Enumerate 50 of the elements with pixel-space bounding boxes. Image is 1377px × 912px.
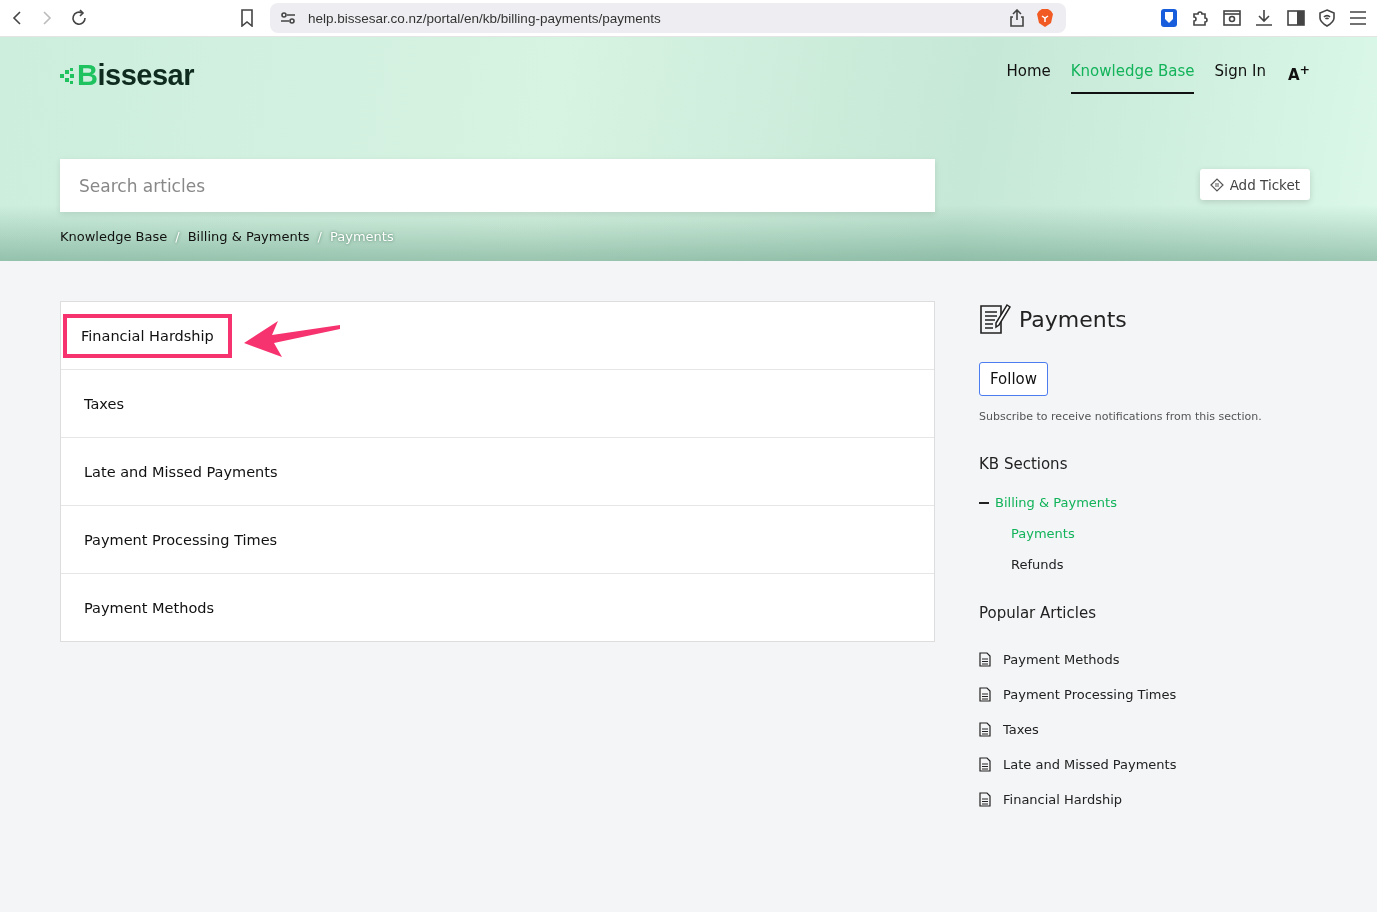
subsection-link[interactable]: Refunds: [1011, 557, 1117, 572]
document-icon: [979, 652, 991, 667]
popular-article-link[interactable]: Financial Hardship: [1003, 792, 1123, 807]
reload-icon[interactable]: [70, 9, 88, 27]
sidebar-heading: Popular Articles: [979, 604, 1096, 622]
popular-article-link[interactable]: Taxes: [1003, 722, 1039, 737]
back-icon[interactable]: [10, 10, 24, 26]
logo-text: Bissesar: [77, 59, 194, 92]
logo-icon: [60, 67, 76, 84]
share-icon[interactable]: [1010, 9, 1024, 27]
document-icon: [979, 722, 991, 737]
article-link[interactable]: Financial Hardship: [63, 313, 232, 358]
breadcrumb-link[interactable]: Knowledge Base: [60, 229, 168, 244]
document-icon: [979, 757, 991, 772]
address-bar[interactable]: help.bissesar.co.nz/portal/en/kb/billing-payments/payments: [270, 3, 1066, 33]
popular-article-link[interactable]: Payment Processing Times: [1003, 687, 1177, 702]
url-text: help.bissesar.co.nz/portal/en/kb/billing-payments/payments: [308, 10, 661, 26]
window-search-icon[interactable]: [1223, 10, 1241, 26]
menu-icon[interactable]: [1349, 11, 1367, 25]
sidebar-icon[interactable]: [1287, 10, 1305, 26]
follow-button[interactable]: Follow: [979, 362, 1049, 396]
article-link[interactable]: Taxes: [65, 381, 143, 426]
ticket-icon: [1209, 177, 1224, 192]
article-link[interactable]: Payment Methods: [65, 585, 234, 630]
nav-link[interactable]: Sign In: [1214, 62, 1266, 94]
breadcrumb-separator: /: [175, 229, 180, 244]
article-link[interactable]: Late and Missed Payments: [65, 449, 297, 494]
popular-article-link[interactable]: Late and Missed Payments: [1003, 757, 1177, 772]
popular-article-link[interactable]: Payment Methods: [1003, 652, 1120, 667]
document-icon: [979, 687, 991, 702]
lion-shield-icon[interactable]: [1036, 8, 1054, 28]
shield-wifi-icon[interactable]: [1319, 9, 1335, 27]
document-pencil-icon: [979, 303, 1011, 335]
collapse-icon[interactable]: [979, 501, 989, 504]
shield-icon[interactable]: [1161, 9, 1177, 27]
sidebar-heading: KB Sections: [979, 455, 1068, 473]
site-settings-icon: [280, 11, 296, 25]
font-size-button[interactable]: A$^{+}$: [1287, 62, 1310, 84]
bookmark-icon[interactable]: [240, 9, 254, 27]
follow-note: Subscribe to receive notifications from this section.: [979, 410, 1262, 423]
puzzle-icon[interactable]: [1191, 9, 1209, 27]
document-icon: [979, 792, 991, 807]
breadcrumb-separator: /: [317, 229, 322, 244]
nav-link[interactable]: Home: [1006, 62, 1051, 94]
article-link[interactable]: Payment Processing Times: [65, 517, 297, 562]
search-field[interactable]: Search articles: [60, 159, 935, 212]
section-title: Payments: [1019, 306, 1127, 332]
download-icon[interactable]: [1255, 9, 1273, 27]
add-ticket-button[interactable]: Add Ticket: [1199, 169, 1310, 200]
breadcrumb-link[interactable]: Billing & Payments: [187, 229, 310, 244]
